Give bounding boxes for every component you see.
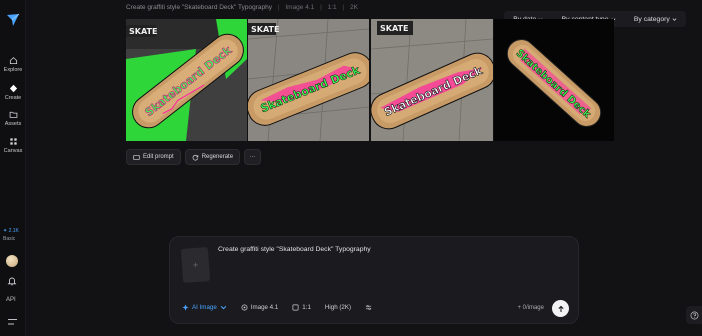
generation-model: Image 4.1 xyxy=(285,4,315,11)
app-window: Explore Create Assets Canvas ✦ 2.1K Basi… xyxy=(0,0,702,336)
edit-prompt-button[interactable]: Edit prompt xyxy=(126,149,181,165)
mode-selector[interactable]: AI Image xyxy=(182,304,227,311)
ratio-label: 1:1 xyxy=(302,304,311,311)
sidebar-item-assets[interactable]: Assets xyxy=(0,110,26,127)
bell-icon[interactable] xyxy=(7,276,17,286)
sidebar-item-explore[interactable]: Explore xyxy=(0,56,26,73)
avatar[interactable] xyxy=(6,255,18,267)
sidebar-item-canvas[interactable]: Canvas xyxy=(0,137,26,154)
diamond-icon xyxy=(9,84,17,93)
folder-icon xyxy=(9,111,17,118)
generation-resolution: 2K xyxy=(349,4,358,11)
plan-label: Basic xyxy=(3,236,16,242)
generation-header: Create graffiti style "Skateboard Deck" … xyxy=(126,4,358,11)
more-options-icon: ··· xyxy=(249,154,256,160)
stamp-text: SKATE xyxy=(380,24,408,33)
credit-cost: + 0/image xyxy=(517,305,544,311)
sidebar-item-label: Explore xyxy=(3,67,23,73)
logo-icon[interactable] xyxy=(6,13,20,27)
separator: | xyxy=(342,4,345,11)
plus-icon: + xyxy=(192,259,199,271)
credits-badge[interactable]: ✦ 2.1K Basic xyxy=(3,227,25,243)
image-actions: Edit prompt Regenerate ··· xyxy=(126,149,262,165)
generated-image-3[interactable]: SKATE Skateboard Deck xyxy=(371,19,493,141)
quality-label: High (2K) xyxy=(324,304,352,311)
stamp-text: SKATE xyxy=(251,25,279,34)
help-icon xyxy=(690,311,698,319)
more-options-button[interactable]: ··· xyxy=(244,149,262,165)
mode-label: AI Image xyxy=(192,304,217,311)
filter-label: By category xyxy=(633,15,670,23)
filter-by-category[interactable]: By category xyxy=(634,16,677,23)
generation-title: Create graffiti style "Skateboard Deck" … xyxy=(126,4,273,11)
home-icon xyxy=(9,57,17,65)
chevron-down-icon xyxy=(220,305,226,310)
sidebar-item-create[interactable]: Create xyxy=(0,84,26,101)
edit-prompt-label: Edit prompt xyxy=(143,154,174,160)
sidebar-item-label: Assets xyxy=(4,121,22,127)
prompt-composer: + Create graffiti style "Skateboard Deck… xyxy=(169,236,579,324)
credits-count: 2.1K xyxy=(8,228,19,234)
send-button[interactable] xyxy=(552,300,569,317)
arrow-up-icon xyxy=(557,305,564,312)
model-selector[interactable]: Image 4.1 xyxy=(241,304,279,311)
composer-toolbar: AI Image Image 4.1 1:1 High (2K) xyxy=(182,304,372,311)
generated-image-4[interactable]: Skateboard Deck xyxy=(494,19,614,141)
api-link[interactable]: API xyxy=(6,297,16,303)
model-label: Image 4.1 xyxy=(250,304,279,311)
sidebar-item-label: Canvas xyxy=(3,148,23,154)
regenerate-button[interactable]: Regenerate xyxy=(184,149,241,165)
sliders-icon xyxy=(365,305,372,310)
help-button[interactable] xyxy=(686,306,702,324)
sidebar: Explore Create Assets Canvas ✦ 2.1K Basi… xyxy=(0,0,26,336)
aspect-ratio-icon xyxy=(292,304,299,311)
generation-ratio: 1:1 xyxy=(327,4,337,11)
generated-image-1[interactable]: SKATE Skateboard Deck xyxy=(126,19,247,141)
edit-icon xyxy=(133,154,140,160)
ai-image-icon xyxy=(182,304,189,311)
stamp-text: SKATE xyxy=(129,27,157,36)
generated-image-2[interactable]: SKATE Skateboard Deck xyxy=(248,19,369,141)
separator: | xyxy=(277,4,280,11)
settings-toggle[interactable] xyxy=(365,304,372,311)
refresh-icon xyxy=(192,154,198,160)
model-icon xyxy=(241,304,248,311)
prompt-input[interactable]: Create graffiti style "Skateboard Deck" … xyxy=(218,246,371,253)
collapse-menu-icon[interactable] xyxy=(8,319,17,325)
separator: | xyxy=(320,4,322,11)
grid-icon xyxy=(9,138,17,145)
sparkle-icon: ✦ xyxy=(3,228,8,234)
sidebar-item-label: Create xyxy=(4,95,22,101)
chevron-down-icon xyxy=(672,17,677,21)
quality-selector[interactable]: High (2K) xyxy=(325,304,351,311)
reference-image-upload[interactable]: + xyxy=(180,247,211,283)
regenerate-label: Regenerate xyxy=(201,154,234,160)
ratio-selector[interactable]: 1:1 xyxy=(292,304,311,311)
